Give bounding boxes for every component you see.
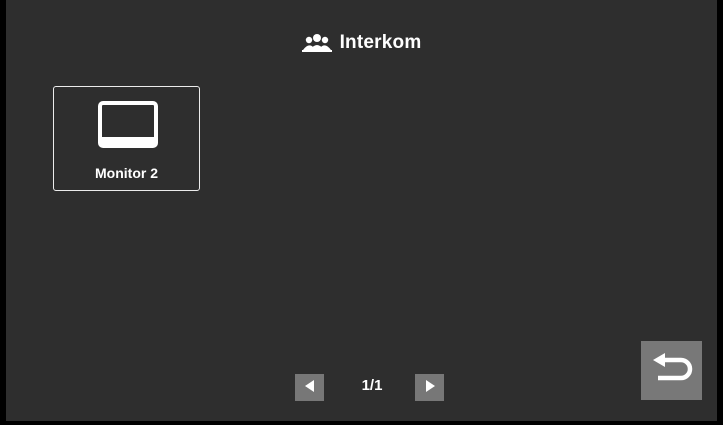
header: Interkom [6, 30, 717, 56]
triangle-right-icon [425, 379, 435, 397]
device-tile-monitor-2[interactable]: Monitor 2 [53, 86, 200, 191]
return-arrow-icon [650, 353, 694, 388]
next-page-button[interactable] [415, 374, 444, 401]
users-group-icon [301, 33, 332, 53]
page-title: Interkom [339, 32, 422, 53]
page-indicator: 1/1 [361, 377, 383, 394]
intercom-screen: Interkom Monitor 2 1/1 [6, 0, 717, 421]
monitor-icon [98, 101, 158, 156]
device-label: Monitor 2 [95, 165, 158, 181]
triangle-left-icon [304, 379, 315, 397]
pagination: 1/1 [6, 372, 717, 402]
prev-page-button[interactable] [295, 374, 324, 401]
back-button[interactable] [641, 341, 702, 400]
